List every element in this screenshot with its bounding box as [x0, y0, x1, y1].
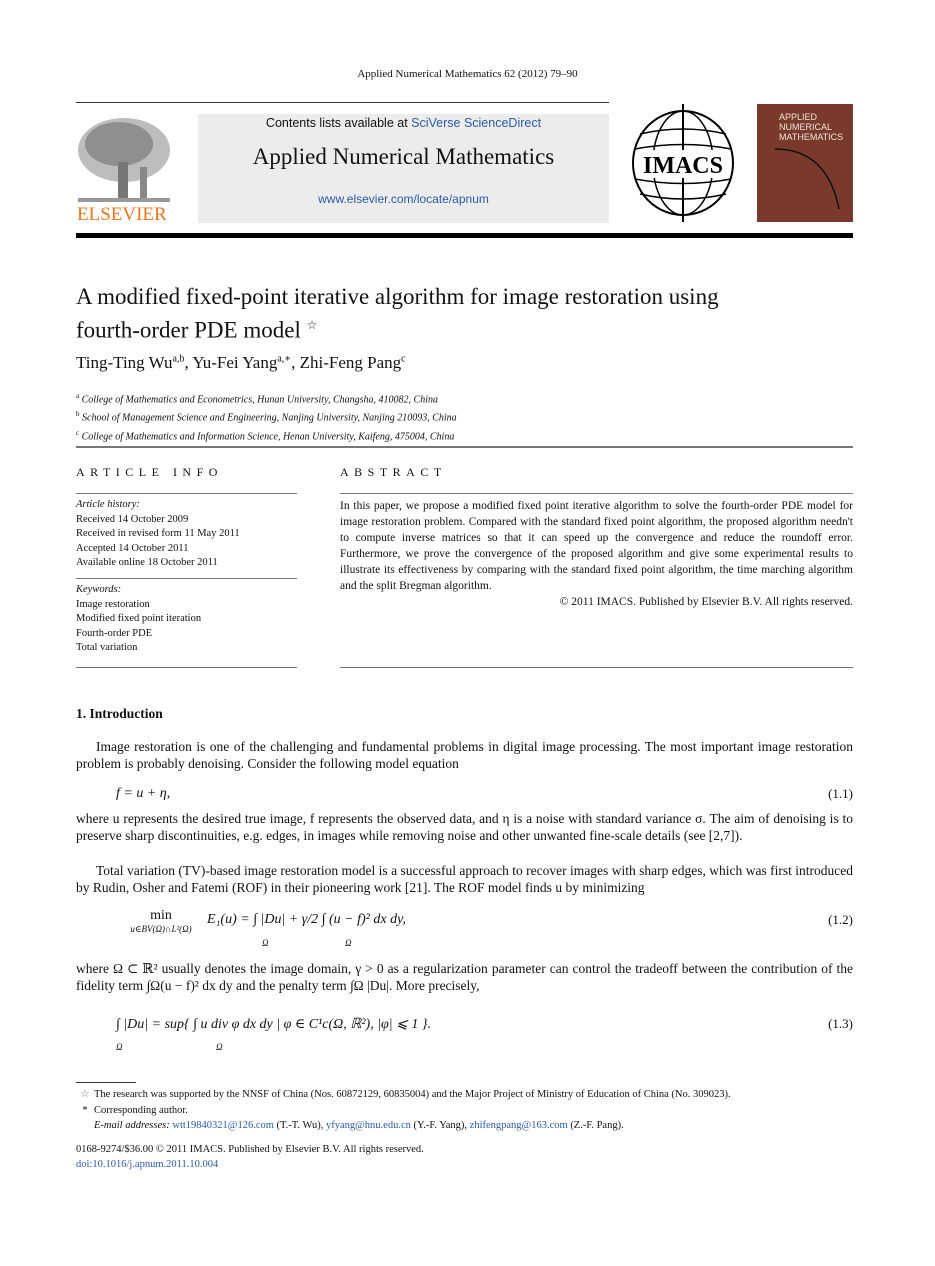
- footnote-emails: E-mail addresses: wtt19840321@126.com (T…: [76, 1118, 856, 1134]
- keyword: Total variation: [76, 642, 138, 653]
- doi-link[interactable]: doi:10.1016/j.apnum.2011.10.004: [76, 1157, 218, 1173]
- footnote-text: The research was supported by the NNSF o…: [94, 1089, 731, 1100]
- section-heading: 1. Introduction: [76, 706, 163, 721]
- author-name: Zhi-Feng Pang: [299, 353, 402, 372]
- author-name: Yu-Fei Yang: [192, 353, 278, 372]
- min-subscript: u∈BV(Ω)∩L²(Ω): [130, 924, 192, 934]
- footnote-rule: [76, 1082, 136, 1083]
- history-item: Received in revised form 11 May 2011: [76, 528, 240, 539]
- affiliation-text: College of Mathematics and Econometrics,…: [81, 394, 438, 406]
- author-affil-mark[interactable]: a,b: [173, 353, 185, 364]
- imacs-text: IMACS: [643, 153, 723, 179]
- article-info-rule: [76, 578, 297, 579]
- equation-1-1: f = u + η,: [116, 786, 171, 801]
- email-owner: (Y.-F. Yang),: [410, 1120, 470, 1131]
- affiliation-mark: c: [76, 428, 80, 437]
- paragraph: Image restoration is one of the challeng…: [76, 739, 853, 771]
- footnote-funding: ☆ The research was supported by the NNSF …: [76, 1087, 856, 1103]
- footnote-text: Corresponding author.: [94, 1104, 188, 1116]
- section-divider: [76, 446, 853, 448]
- affiliation: c College of Mathematics and Information…: [76, 426, 457, 444]
- email-owner: (T.-T. Wu),: [273, 1120, 326, 1131]
- integral-subscript: Ω: [262, 938, 269, 948]
- article-history: Article history: Received 14 October 200…: [76, 498, 240, 571]
- footnote-star-icon: ☆: [80, 1089, 90, 1100]
- footnotes: ☆ The research was supported by the NNSF …: [76, 1087, 856, 1134]
- keywords: Keywords: Image restoration Modified fix…: [76, 583, 201, 656]
- history-item: Accepted 14 October 2011: [76, 542, 189, 554]
- history-label: Article history:: [76, 499, 140, 510]
- min-operator: min: [150, 908, 172, 923]
- header-rule: [76, 102, 609, 103]
- title-line-2: fourth-order PDE model: [76, 317, 301, 343]
- equation-number: (1.2): [828, 912, 853, 927]
- email-link[interactable]: yfyang@hnu.edu.cn: [326, 1120, 411, 1131]
- equation-1-2: E₁(u) = ∫ |Du| + γ/2 ∫ (u − f)² dx dy,: [207, 912, 407, 927]
- integral-subscript: Ω: [116, 1042, 123, 1052]
- paragraph: where u represents the desired true imag…: [76, 811, 853, 843]
- affiliation-mark: b: [76, 410, 80, 419]
- keyword: Image restoration: [76, 598, 150, 610]
- affiliation: a College of Mathematics and Econometric…: [76, 389, 457, 407]
- keywords-label: Keywords:: [76, 584, 122, 595]
- equation-1-3: ∫ |Du| = sup{ ∫ u div φ dx dy | φ ∈ C¹c(…: [116, 1017, 431, 1032]
- article-info-rule: [76, 667, 297, 668]
- abstract-heading: ABSTRACT: [340, 465, 447, 479]
- email-link[interactable]: zhifengpang@163.com: [470, 1120, 568, 1131]
- abstract-body: In this paper, we propose a modified fix…: [340, 500, 853, 592]
- contents-prefix: Contents lists available at: [265, 116, 412, 130]
- author-list: Ting-Ting Wua,b, Yu-Fei Yanga,∗, Zhi-Fen…: [76, 353, 406, 373]
- footnote-asterisk-icon: *: [82, 1104, 88, 1116]
- author-affil-mark[interactable]: a,∗: [277, 353, 291, 364]
- journal-title: Applied Numerical Mathematics: [252, 144, 555, 169]
- history-item: Received 14 October 2009: [76, 513, 189, 525]
- footnote-corresponding: * Corresponding author.: [76, 1103, 856, 1119]
- author-name: Ting-Ting Wu: [76, 353, 173, 372]
- title-footnote-star[interactable]: ☆: [307, 318, 318, 332]
- email-link[interactable]: wtt19840321@126.com: [172, 1120, 274, 1131]
- author-affil-mark[interactable]: c: [401, 353, 405, 364]
- abstract-copyright: © 2011 IMACS. Published by Elsevier B.V.…: [559, 596, 853, 608]
- abstract-text: In this paper, we propose a modified fix…: [340, 498, 853, 610]
- history-item: Available online 18 October 2011: [76, 557, 218, 568]
- sciencedirect-link[interactable]: SciVerse ScienceDirect: [411, 116, 541, 130]
- email-label: E-mail addresses:: [94, 1120, 170, 1131]
- paragraph: Total variation (TV)-based image restora…: [76, 863, 853, 895]
- equation-number: (1.1): [828, 786, 853, 801]
- article-info-rule: [76, 493, 297, 494]
- integral-subscript: Ω: [345, 938, 352, 948]
- keyword: Fourth-order PDE: [76, 627, 153, 639]
- journal-reference: Applied Numerical Mathematics 62 (2012) …: [357, 68, 578, 80]
- contents-line: Contents lists available at SciVerse Sci…: [198, 116, 609, 130]
- abstract-rule: [340, 493, 853, 494]
- journal-banner: Contents lists available at SciVerse Sci…: [198, 114, 609, 223]
- journal-cover: APPLIED NUMERICAL MATHEMATICS: [757, 104, 853, 222]
- affiliations: a College of Mathematics and Econometric…: [76, 389, 457, 444]
- header-thick-rule: [76, 233, 853, 238]
- title-line-1: A modified fixed-point iterative algorit…: [76, 284, 719, 309]
- issn-line: 0168-9274/$36.00 © 2011 IMACS. Published…: [76, 1144, 424, 1155]
- affiliation: b School of Management Science and Engin…: [76, 407, 457, 425]
- email-owner: (Z.-F. Pang).: [567, 1120, 624, 1131]
- cover-arc-graphic: [774, 148, 840, 210]
- elsevier-wordmark: ELSEVIER: [77, 204, 167, 225]
- abstract-rule: [340, 667, 853, 668]
- keyword: Modified fixed point iteration: [76, 613, 202, 624]
- integral-subscript: Ω: [216, 1042, 223, 1052]
- affiliation-text: School of Management Science and Enginee…: [82, 412, 457, 424]
- affiliation-mark: a: [76, 392, 80, 400]
- equation-number: (1.3): [828, 1016, 853, 1031]
- journal-url-link[interactable]: www.elsevier.com/locate/apnum: [198, 192, 609, 206]
- article-info-heading: ARTICLE INFO: [76, 465, 223, 479]
- author-separator: ,: [291, 353, 300, 372]
- imacs-globe-logo: IMACS: [632, 104, 734, 222]
- article-title: A modified fixed-point iterative algorit…: [76, 283, 856, 345]
- equation-1-2-min: min u∈BV(Ω)∩L²(Ω): [116, 908, 206, 935]
- affiliation-text: College of Mathematics and Information S…: [81, 430, 455, 442]
- paragraph: where Ω ⊂ ℝ² usually denotes the image d…: [76, 961, 853, 993]
